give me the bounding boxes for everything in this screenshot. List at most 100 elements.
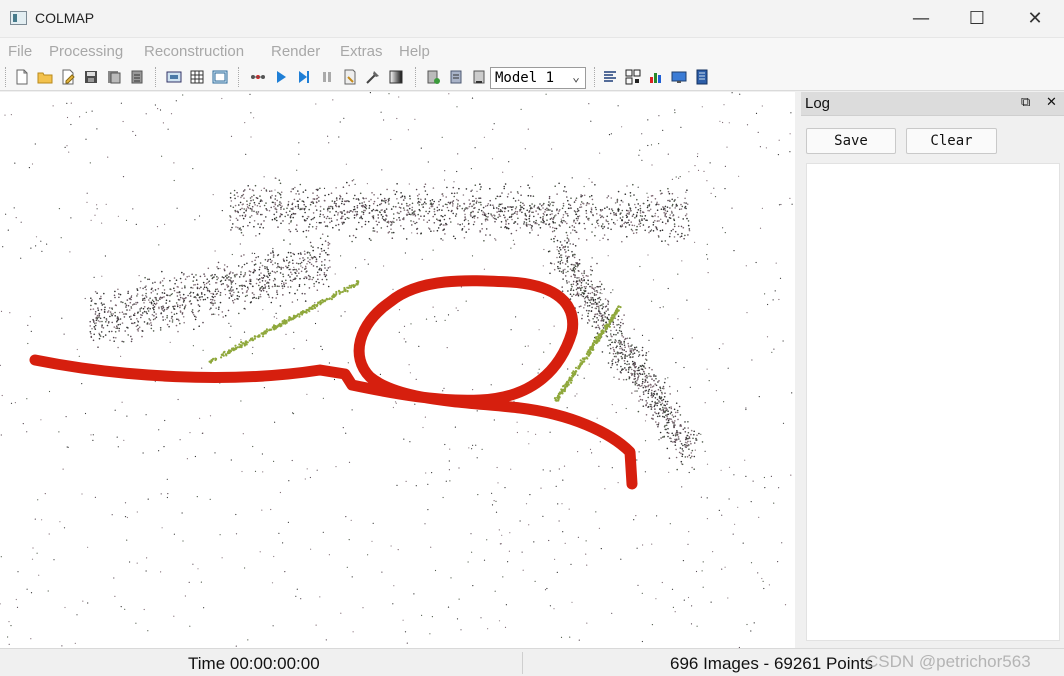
- export-model-icon[interactable]: [129, 69, 145, 85]
- cloud-point: [620, 212, 622, 214]
- cloud-point: [259, 195, 261, 197]
- cloud-point: [241, 266, 243, 269]
- cloud-point: [291, 259, 294, 262]
- cloud-point: [601, 215, 603, 217]
- cloud-point: [604, 207, 606, 210]
- add-model-icon[interactable]: [448, 69, 464, 85]
- cloud-point: [297, 190, 299, 192]
- cloud-point: [691, 466, 693, 469]
- cloud-point: [651, 386, 654, 388]
- cloud-point: [179, 322, 181, 325]
- feature-extraction-icon[interactable]: [166, 69, 182, 85]
- pause-reconstruction-icon[interactable]: [319, 69, 335, 85]
- cloud-point: [550, 238, 553, 241]
- close-button[interactable]: ✕: [1012, 0, 1058, 38]
- cloud-point: [671, 192, 674, 195]
- database-icon[interactable]: [212, 69, 228, 85]
- cloud-point: [354, 208, 356, 211]
- model-selector[interactable]: Model 1 ⌄: [490, 67, 586, 89]
- reset-icon[interactable]: [342, 69, 358, 85]
- cloud-point: [299, 252, 302, 254]
- cloud-point: [684, 431, 687, 433]
- movie-icon[interactable]: [694, 69, 710, 85]
- menu-file[interactable]: File: [8, 43, 32, 60]
- cloud-point: [516, 223, 519, 225]
- cloud-point: [260, 272, 262, 274]
- float-dock-icon[interactable]: ⧉: [1021, 95, 1030, 110]
- cloud-point: [624, 193, 627, 195]
- maximize-button[interactable]: ☐: [954, 0, 1000, 38]
- save-project-icon[interactable]: [83, 69, 99, 85]
- cloud-point: [89, 320, 91, 323]
- cloud-point: [483, 136, 485, 138]
- cloud-point: [570, 288, 573, 290]
- cloud-point: [63, 527, 66, 529]
- cloud-point: [457, 223, 459, 225]
- cloud-point: [132, 130, 134, 133]
- cloud-point: [94, 311, 97, 313]
- screenshot-icon[interactable]: [671, 69, 687, 85]
- cloud-point: [644, 381, 646, 384]
- cloud-point: [633, 375, 636, 378]
- log-clear-button[interactable]: Clear: [906, 128, 997, 154]
- cloud-point: [297, 205, 300, 208]
- close-dock-icon[interactable]: ✕: [1046, 95, 1057, 110]
- cloud-point: [157, 287, 160, 290]
- edit-project-icon[interactable]: [60, 69, 76, 85]
- cloud-point: [675, 411, 677, 414]
- cloud-point: [404, 252, 406, 254]
- cloud-point: [755, 261, 757, 264]
- cloud-point: [255, 297, 257, 299]
- cloud-point: [678, 177, 680, 179]
- log-save-button[interactable]: Save: [806, 128, 896, 154]
- cloud-point: [214, 313, 216, 315]
- cloud-point: [498, 195, 501, 198]
- cloud-point: [298, 268, 300, 270]
- reconstruction-options-icon[interactable]: [250, 69, 266, 85]
- menu-reconstruction[interactable]: Reconstruction: [144, 43, 244, 60]
- cloud-point: [687, 220, 690, 222]
- cloud-point: [610, 292, 612, 294]
- cloud-point: [677, 225, 680, 228]
- render-options-icon[interactable]: [425, 69, 441, 85]
- model-viewer-canvas[interactable]: [0, 92, 795, 648]
- cloud-point: [607, 238, 609, 241]
- open-project-icon[interactable]: [37, 69, 53, 85]
- cloud-point: [535, 210, 537, 212]
- dense-reconstruction-icon[interactable]: [388, 69, 404, 85]
- log-text-area[interactable]: [806, 163, 1060, 641]
- cloud-point: [662, 129, 664, 131]
- model-stats-icon[interactable]: [602, 69, 618, 85]
- bundle-adjustment-icon[interactable]: [365, 69, 381, 85]
- step-reconstruction-icon[interactable]: [296, 69, 312, 85]
- cloud-point: [638, 351, 640, 353]
- cloud-point: [575, 280, 578, 282]
- match-matrix-icon[interactable]: [625, 69, 641, 85]
- minimize-button[interactable]: —: [898, 0, 944, 38]
- cloud-point: [299, 208, 301, 211]
- cloud-point: [290, 251, 292, 254]
- cloud-point: [151, 282, 154, 284]
- cloud-point: [211, 358, 214, 361]
- new-project-icon[interactable]: [14, 69, 30, 85]
- feature-matching-icon[interactable]: [189, 69, 205, 85]
- import-model-icon[interactable]: [106, 69, 122, 85]
- remove-model-icon[interactable]: [471, 69, 487, 85]
- menu-render[interactable]: Render: [271, 43, 320, 60]
- cloud-point: [529, 224, 531, 226]
- cloud-point: [601, 324, 604, 327]
- cloud-point: [686, 442, 688, 444]
- statistics-icon[interactable]: [648, 69, 664, 85]
- cloud-point: [619, 324, 622, 327]
- start-reconstruction-icon[interactable]: [273, 69, 289, 85]
- cloud-point: [718, 509, 720, 511]
- cloud-point: [594, 313, 596, 316]
- menu-extras[interactable]: Extras: [340, 43, 383, 60]
- cloud-point: [433, 208, 436, 210]
- cloud-point: [111, 321, 113, 324]
- cloud-point: [155, 302, 158, 305]
- cloud-point: [232, 280, 234, 282]
- menu-processing[interactable]: Processing: [49, 43, 123, 60]
- cloud-point: [510, 468, 512, 470]
- menu-help[interactable]: Help: [399, 43, 430, 60]
